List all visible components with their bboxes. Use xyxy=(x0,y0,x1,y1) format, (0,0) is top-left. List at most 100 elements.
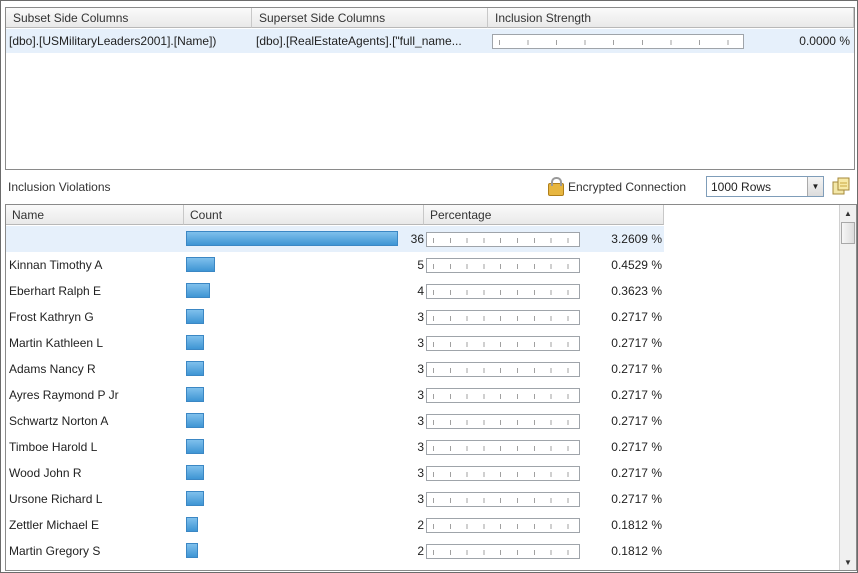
table-row[interactable]: Ayres Raymond P Jr 3 0.2717 % xyxy=(6,382,664,408)
lock-icon xyxy=(548,176,564,196)
row-percentage: 0.2717 % xyxy=(611,492,662,506)
scroll-down-arrow-icon[interactable]: ▼ xyxy=(840,554,856,570)
percentage-scale xyxy=(426,466,580,481)
encrypted-connection-label: Encrypted Connection xyxy=(568,180,687,194)
row-percentage: 0.1812 % xyxy=(611,518,662,532)
percentage-scale xyxy=(426,440,580,455)
percentage-scale xyxy=(426,518,580,533)
count-bar xyxy=(186,335,204,350)
table-row[interactable]: Frost Kathryn G 3 0.2717 % xyxy=(6,304,664,330)
encrypted-connection: Encrypted Connection xyxy=(548,176,687,196)
column-header-percentage[interactable]: Percentage xyxy=(424,205,664,225)
strength-value: 0.0000 % xyxy=(799,34,850,48)
table-row[interactable]: 36 3.2609 % xyxy=(6,226,664,252)
row-percentage: 0.2717 % xyxy=(611,388,662,402)
refresh-icon[interactable] xyxy=(832,177,850,196)
row-count: 3 xyxy=(417,388,424,402)
row-percentage: 0.2717 % xyxy=(611,362,662,376)
subset-cell: [dbo].[USMilitaryLeaders2001].[Name]) xyxy=(9,34,217,48)
percentage-scale xyxy=(426,336,580,351)
row-name: Kinnan Timothy A xyxy=(9,258,103,272)
row-percentage: 0.2717 % xyxy=(611,414,662,428)
column-header-subset[interactable]: Subset Side Columns xyxy=(6,8,252,28)
inclusion-results-grid[interactable]: Subset Side Columns Superset Side Column… xyxy=(5,7,855,170)
table-row[interactable]: Eberhart Ralph E 4 0.3623 % xyxy=(6,278,664,304)
row-name: Martin Gregory S xyxy=(9,544,101,558)
row-count: 2 xyxy=(417,518,424,532)
row-percentage: 0.4529 % xyxy=(611,258,662,272)
count-bar xyxy=(186,361,204,376)
table-row[interactable]: Zettler Michael E 2 0.1812 % xyxy=(6,512,664,538)
violations-label: Inclusion Violations xyxy=(8,180,111,194)
row-percentage: 0.2717 % xyxy=(611,336,662,350)
column-header-count[interactable]: Count xyxy=(184,205,424,225)
table-row[interactable]: Adams Nancy R 3 0.2717 % xyxy=(6,356,664,382)
row-count: 5 xyxy=(417,258,424,272)
table-row[interactable]: Kinnan Timothy A 5 0.4529 % xyxy=(6,252,664,278)
row-count: 36 xyxy=(410,232,424,246)
row-name: Schwartz Norton A xyxy=(9,414,109,428)
row-name: Timboe Harold L xyxy=(9,440,98,454)
column-header-superset[interactable]: Superset Side Columns xyxy=(252,8,488,28)
row-name: Adams Nancy R xyxy=(9,362,96,376)
scroll-up-arrow-icon[interactable]: ▲ xyxy=(840,205,856,221)
row-name: Martin Kathleen L xyxy=(9,336,104,350)
percentage-scale xyxy=(426,310,580,325)
percentage-scale xyxy=(426,362,580,377)
row-name: Eberhart Ralph E xyxy=(9,284,102,298)
percentage-scale xyxy=(426,492,580,507)
vertical-scrollbar[interactable]: ▲ ▼ xyxy=(839,205,856,570)
inclusion-row[interactable]: [dbo].[USMilitaryLeaders2001].[Name]) [d… xyxy=(6,29,854,53)
row-count: 3 xyxy=(417,362,424,376)
percentage-scale xyxy=(426,284,580,299)
row-percentage: 0.2717 % xyxy=(611,310,662,324)
count-bar xyxy=(186,309,204,324)
table-row[interactable]: Timboe Harold L 3 0.2717 % xyxy=(6,434,664,460)
row-name: Wood John R xyxy=(9,466,82,480)
percentage-scale xyxy=(426,544,580,559)
count-bar xyxy=(186,517,198,532)
row-name: Zettler Michael E xyxy=(9,518,100,532)
row-name: Frost Kathryn G xyxy=(9,310,94,324)
scrollbar-thumb[interactable] xyxy=(841,222,855,244)
row-count: 3 xyxy=(417,440,424,454)
strength-scale xyxy=(492,34,744,49)
row-count: 3 xyxy=(417,414,424,428)
row-percentage: 3.2609 % xyxy=(611,232,662,246)
count-bar xyxy=(186,283,210,298)
row-count: 3 xyxy=(417,492,424,506)
count-bar xyxy=(186,543,198,558)
table-row[interactable]: Martin Gregory S 2 0.1812 % xyxy=(6,538,664,564)
row-count: 3 xyxy=(417,336,424,350)
percentage-scale xyxy=(426,414,580,429)
row-count: 4 xyxy=(417,284,424,298)
rows-limit-select[interactable]: 1000 Rows ▼ xyxy=(706,176,824,197)
superset-cell: [dbo].[RealEstateAgents].["full_name... xyxy=(256,34,462,48)
row-percentage: 0.2717 % xyxy=(611,440,662,454)
percentage-scale xyxy=(426,258,580,273)
column-header-name[interactable]: Name xyxy=(6,205,184,225)
count-bar xyxy=(186,491,204,506)
row-name: Ursone Richard L xyxy=(9,492,103,506)
violations-grid[interactable]: Name Count Percentage 36 3.2609 % Kinnan T… xyxy=(5,204,857,571)
count-bar xyxy=(186,465,204,480)
row-percentage: 0.1812 % xyxy=(611,544,662,558)
row-name: Ayres Raymond P Jr xyxy=(9,388,119,402)
percentage-scale xyxy=(426,388,580,403)
count-bar xyxy=(186,257,215,272)
percentage-scale xyxy=(426,232,580,247)
table-row[interactable]: Martin Kathleen L 3 0.2717 % xyxy=(6,330,664,356)
rows-limit-value: 1000 Rows xyxy=(711,180,772,194)
row-percentage: 0.2717 % xyxy=(611,466,662,480)
row-count: 3 xyxy=(417,466,424,480)
table-row[interactable]: Wood John R 3 0.2717 % xyxy=(6,460,664,486)
count-bar xyxy=(186,387,204,402)
row-count: 2 xyxy=(417,544,424,558)
row-count: 3 xyxy=(417,310,424,324)
row-percentage: 0.3623 % xyxy=(611,284,662,298)
chevron-down-icon[interactable]: ▼ xyxy=(807,177,823,196)
count-bar xyxy=(186,413,204,428)
table-row[interactable]: Schwartz Norton A 3 0.2717 % xyxy=(6,408,664,434)
column-header-inclusion-strength[interactable]: Inclusion Strength xyxy=(488,8,854,28)
table-row[interactable]: Ursone Richard L 3 0.2717 % xyxy=(6,486,664,512)
